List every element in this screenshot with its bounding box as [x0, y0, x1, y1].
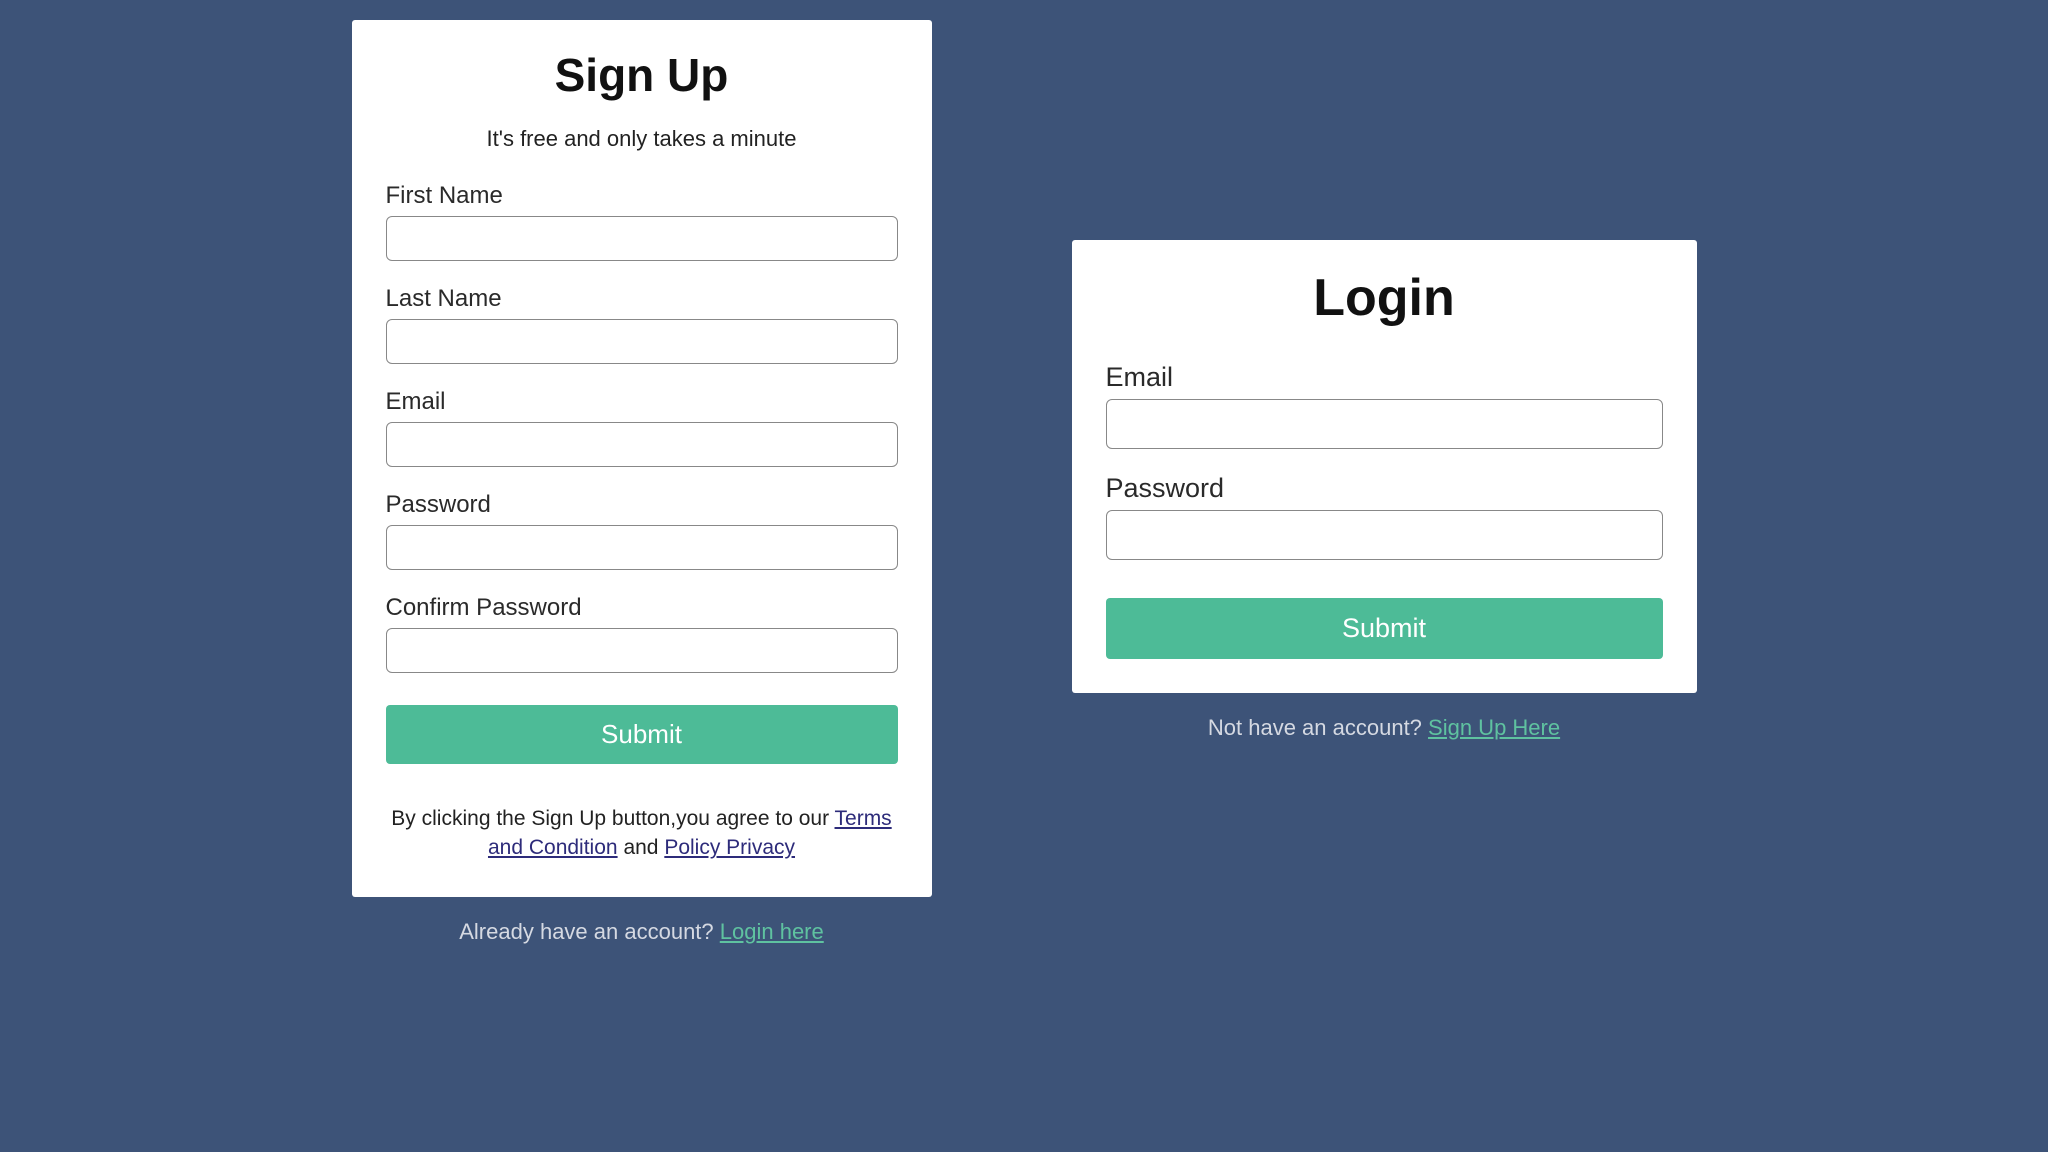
login-email-input[interactable] [1106, 399, 1663, 449]
legal-and: and [623, 836, 664, 859]
login-title: Login [1106, 268, 1663, 328]
signup-password-label: Password [386, 491, 898, 519]
signup-here-link[interactable]: Sign Up Here [1428, 715, 1560, 740]
login-email-group: Email [1106, 362, 1663, 449]
signup-email-label: Email [386, 388, 898, 416]
legal-prefix: By clicking the Sign Up button,you agree… [391, 807, 834, 830]
signup-card: Sign Up It's free and only takes a minut… [352, 20, 932, 897]
confirm-password-group: Confirm Password [386, 594, 898, 673]
login-submit-button[interactable]: Submit [1106, 598, 1663, 659]
confirm-password-label: Confirm Password [386, 594, 898, 622]
confirm-password-input[interactable] [386, 628, 898, 673]
signup-subtitle: It's free and only takes a minute [386, 126, 898, 152]
signup-submit-button[interactable]: Submit [386, 705, 898, 764]
signup-password-input[interactable] [386, 525, 898, 570]
signup-column: Sign Up It's free and only takes a minut… [352, 20, 932, 945]
first-name-input[interactable] [386, 216, 898, 261]
signup-title: Sign Up [386, 48, 898, 102]
login-password-group: Password [1106, 473, 1663, 560]
last-name-input[interactable] [386, 319, 898, 364]
login-password-input[interactable] [1106, 510, 1663, 560]
last-name-group: Last Name [386, 285, 898, 364]
login-column: Login Email Password Submit Not have an … [1072, 240, 1697, 741]
first-name-label: First Name [386, 182, 898, 210]
login-email-label: Email [1106, 362, 1663, 393]
no-account-text: Not have an account? [1208, 715, 1428, 740]
signup-below-text: Already have an account? Login here [459, 919, 824, 945]
login-password-label: Password [1106, 473, 1663, 504]
login-below-text: Not have an account? Sign Up Here [1208, 715, 1560, 741]
signup-email-group: Email [386, 388, 898, 467]
last-name-label: Last Name [386, 285, 898, 313]
login-here-link[interactable]: Login here [720, 919, 824, 944]
signup-password-group: Password [386, 491, 898, 570]
signup-email-input[interactable] [386, 422, 898, 467]
login-card: Login Email Password Submit [1072, 240, 1697, 693]
privacy-link[interactable]: Policy Privacy [664, 836, 795, 859]
signup-legal-text: By clicking the Sign Up button,you agree… [386, 804, 898, 863]
first-name-group: First Name [386, 182, 898, 261]
already-account-text: Already have an account? [459, 919, 720, 944]
